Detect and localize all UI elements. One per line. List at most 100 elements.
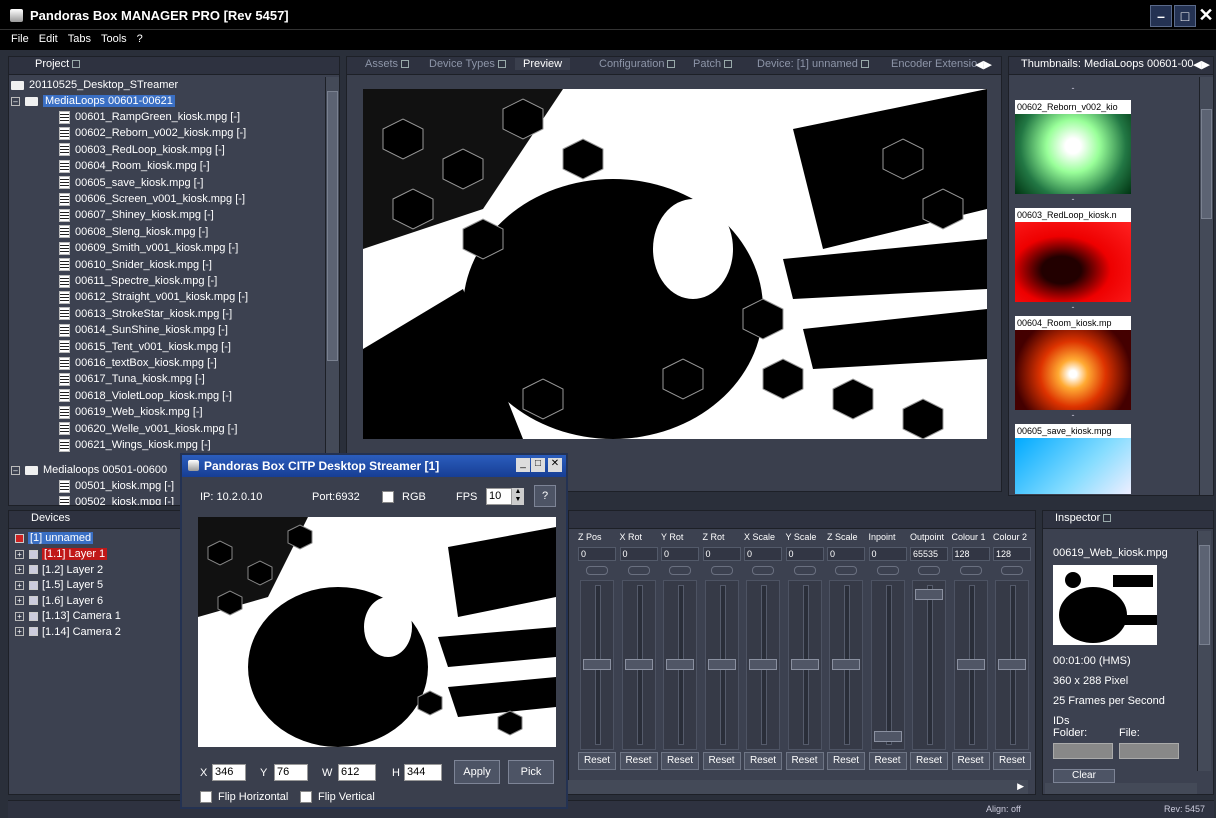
tree-file[interactable]: 00614_SunShine_kiosk.mpg [-] bbox=[59, 322, 228, 338]
tree-folder-medialoops-501[interactable]: – Medialoops 00501-00600 bbox=[11, 462, 167, 478]
param-slider[interactable] bbox=[829, 580, 863, 750]
expand-icon[interactable]: + bbox=[15, 596, 24, 606]
x-input[interactable]: 346 bbox=[212, 764, 246, 781]
link-icon[interactable] bbox=[586, 566, 608, 575]
tree-file[interactable]: 00607_Shiney_kiosk.mpg [-] bbox=[59, 207, 214, 223]
reset-button[interactable]: Reset bbox=[868, 752, 907, 770]
tab-project[interactable]: Project bbox=[35, 58, 81, 70]
folder-id-field[interactable] bbox=[1053, 743, 1113, 759]
apply-button[interactable]: Apply bbox=[454, 760, 500, 784]
expand-icon[interactable]: + bbox=[15, 565, 24, 575]
inspector-hscrollbar[interactable] bbox=[1045, 783, 1197, 794]
device-item[interactable]: + [1.6] Layer 6 bbox=[15, 594, 103, 609]
reset-button[interactable]: Reset bbox=[993, 752, 1031, 770]
menu-tools[interactable]: Tools bbox=[96, 30, 132, 45]
link-icon[interactable] bbox=[959, 566, 982, 575]
link-icon[interactable] bbox=[752, 566, 774, 575]
tree-file[interactable]: 00615_Tent_v001_kiosk.mpg [-] bbox=[59, 339, 231, 355]
tab-scroll-arrows[interactable]: ◀▶ bbox=[1193, 58, 1210, 71]
tree-file[interactable]: 00603_RedLoop_kiosk.mpg [-] bbox=[59, 142, 225, 158]
tab-configuration[interactable]: Configuration bbox=[599, 58, 676, 70]
param-slider[interactable] bbox=[580, 580, 614, 750]
param-slider[interactable] bbox=[746, 580, 780, 750]
tree-file[interactable]: 00616_textBox_kiosk.mpg [-] bbox=[59, 355, 217, 371]
fps-spinner[interactable]: ▲ ▼ bbox=[512, 488, 524, 505]
reset-button[interactable]: Reset bbox=[702, 752, 741, 770]
reset-button[interactable]: Reset bbox=[744, 752, 782, 770]
tab-device-unnamed[interactable]: Device: [1] unnamed bbox=[757, 58, 869, 70]
tab-patch[interactable]: Patch bbox=[693, 58, 733, 70]
tree-file[interactable]: 00619_Web_kiosk.mpg [-] bbox=[59, 404, 203, 420]
link-icon[interactable] bbox=[793, 566, 816, 575]
param-value-field[interactable]: 65535 bbox=[910, 547, 948, 561]
thumb-image[interactable] bbox=[1015, 438, 1131, 494]
tree-file[interactable]: 00613_StrokeStar_kiosk.mpg [-] bbox=[59, 306, 232, 322]
reset-button[interactable]: Reset bbox=[910, 752, 948, 770]
device-item[interactable]: + [1.14] Camera 2 bbox=[15, 625, 121, 640]
close-button[interactable]: ✕ bbox=[548, 458, 562, 472]
tree-file[interactable]: 00601_RampGreen_kiosk.mpg [-] bbox=[59, 109, 240, 125]
menu-edit[interactable]: Edit bbox=[34, 30, 63, 45]
param-slider[interactable] bbox=[912, 580, 946, 750]
link-icon[interactable] bbox=[710, 566, 733, 575]
param-slider[interactable] bbox=[953, 580, 988, 750]
device-root[interactable]: [1] unnamed bbox=[15, 531, 94, 546]
tree-file[interactable]: 00606_Screen_v001_kiosk.mpg [-] bbox=[59, 191, 245, 207]
expand-icon[interactable]: + bbox=[15, 580, 24, 590]
link-icon[interactable] bbox=[835, 566, 857, 575]
device-item[interactable]: + [1.13] Camera 1 bbox=[15, 609, 121, 624]
reset-button[interactable]: Reset bbox=[619, 752, 658, 770]
y-input[interactable]: 76 bbox=[274, 764, 308, 781]
tree-file[interactable]: 00621_Wings_kiosk.mpg [-] bbox=[59, 437, 211, 453]
slider-knob[interactable] bbox=[624, 659, 653, 670]
link-icon[interactable] bbox=[627, 566, 650, 575]
tree-file[interactable]: 00610_Snider_kiosk.mpg [-] bbox=[59, 257, 212, 273]
tree-file[interactable]: 00602_Reborn_v002_kiosk.mpg [-] bbox=[59, 125, 246, 141]
slider-knob[interactable] bbox=[666, 659, 694, 670]
slider-knob[interactable] bbox=[583, 659, 611, 670]
thumbnails-scrollbar[interactable] bbox=[1199, 77, 1213, 495]
param-slider[interactable] bbox=[787, 580, 822, 750]
expand-icon[interactable]: + bbox=[15, 611, 24, 621]
tree-file[interactable]: 00609_Smith_v001_kiosk.mpg [-] bbox=[59, 240, 238, 256]
slider-knob[interactable] bbox=[998, 659, 1026, 670]
device-item[interactable]: + [1.2] Layer 2 bbox=[15, 563, 103, 578]
param-slider[interactable] bbox=[663, 580, 697, 750]
menu-help[interactable]: ? bbox=[132, 30, 148, 45]
param-value-field[interactable]: 128 bbox=[993, 547, 1031, 561]
streamer-titlebar[interactable]: Pandoras Box CITP Desktop Streamer [1] _… bbox=[182, 455, 566, 477]
inspector-scrollbar[interactable] bbox=[1197, 531, 1211, 771]
device-item[interactable]: + [1.5] Layer 5 bbox=[15, 578, 103, 593]
tab-devices[interactable]: Devices bbox=[31, 512, 70, 524]
scrollbar-thumb[interactable] bbox=[1201, 109, 1212, 219]
link-icon[interactable] bbox=[1001, 566, 1023, 575]
param-value-field[interactable]: 0 bbox=[744, 547, 782, 561]
tree-file[interactable]: 00618_VioletLoop_kiosk.mpg [-] bbox=[59, 388, 232, 404]
device-item[interactable]: + [1.1] Layer 1 bbox=[15, 547, 108, 562]
link-icon[interactable] bbox=[918, 566, 940, 575]
tree-file[interactable]: 00612_Straight_v001_kiosk.mpg [-] bbox=[59, 289, 248, 305]
tree-file[interactable]: 00502_kiosk.mpg [-] bbox=[59, 494, 174, 505]
reset-button[interactable]: Reset bbox=[578, 752, 616, 770]
h-input[interactable]: 344 bbox=[404, 764, 442, 781]
reset-button[interactable]: Reset bbox=[785, 752, 824, 770]
slider-knob[interactable] bbox=[956, 659, 985, 670]
param-value-field[interactable]: 0 bbox=[619, 547, 658, 561]
params-hscrollbar[interactable]: ▶ bbox=[568, 780, 1028, 794]
param-slider[interactable] bbox=[621, 580, 656, 750]
expand-icon[interactable]: + bbox=[15, 627, 24, 637]
param-value-field[interactable]: 0 bbox=[785, 547, 824, 561]
maximize-button[interactable]: □ bbox=[531, 458, 545, 472]
maximize-button[interactable]: □ bbox=[1174, 5, 1196, 27]
param-slider[interactable] bbox=[870, 580, 905, 750]
reset-button[interactable]: Reset bbox=[951, 752, 990, 770]
tree-file[interactable]: 00501_kiosk.mpg [-] bbox=[59, 478, 174, 494]
tab-preview[interactable]: Preview bbox=[515, 58, 571, 70]
thumb-image[interactable] bbox=[1015, 222, 1131, 302]
collapse-icon[interactable]: – bbox=[11, 96, 20, 106]
slider-knob[interactable] bbox=[790, 659, 819, 670]
tree-file[interactable]: 00617_Tuna_kiosk.mpg [-] bbox=[59, 371, 205, 387]
pick-button[interactable]: Pick bbox=[508, 760, 554, 784]
tab-scroll-arrows[interactable]: ◀▶ bbox=[975, 58, 992, 71]
tab-device-types[interactable]: Device Types bbox=[429, 58, 506, 70]
